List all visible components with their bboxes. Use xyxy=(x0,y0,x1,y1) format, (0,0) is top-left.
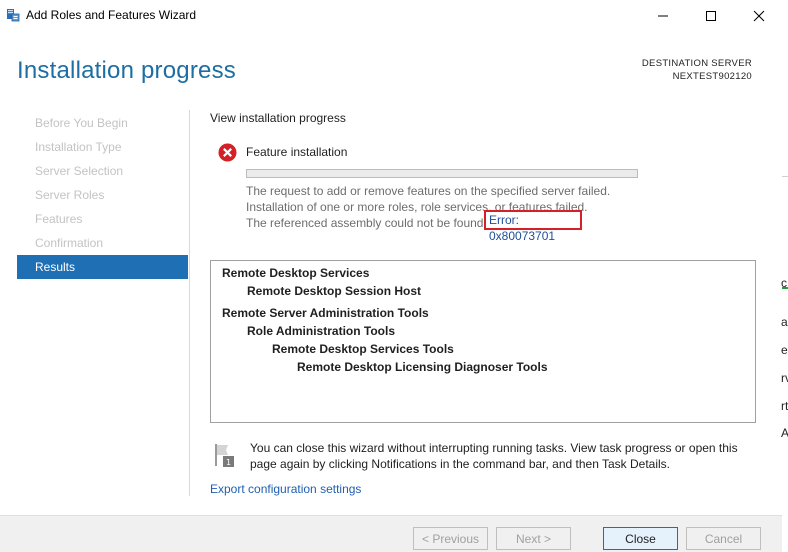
window-title: Add Roles and Features Wizard xyxy=(26,8,197,22)
nav-item-server-roles: Server Roles xyxy=(35,188,105,202)
server-manager-icon xyxy=(6,8,20,22)
result-item: Remote Server Administration Tools xyxy=(222,306,429,320)
background-divider xyxy=(782,176,788,177)
maximize-icon xyxy=(706,10,716,21)
section-label: View installation progress xyxy=(210,111,346,125)
destination-server-name: NEXTEST902120 xyxy=(672,71,752,82)
nav-item-results[interactable]: Results xyxy=(17,255,188,279)
results-list[interactable]: Remote Desktop Services Remote Desktop S… xyxy=(210,260,756,423)
nav-item-features: Features xyxy=(35,212,83,226)
flag-info-icon: 1 xyxy=(214,442,236,468)
result-item: Role Administration Tools xyxy=(247,324,396,338)
result-item: Remote Desktop Licensing Diagnoser Tools xyxy=(297,360,548,374)
close-button[interactable]: Close xyxy=(603,527,678,550)
nav-item-before-you-begin: Before You Begin xyxy=(35,116,128,130)
cancel-button[interactable]: Cancel xyxy=(686,527,761,550)
previous-button[interactable]: < Previous xyxy=(413,527,488,550)
close-window-button[interactable] xyxy=(736,0,782,31)
next-button[interactable]: Next > xyxy=(496,527,571,550)
feature-installation-label: Feature installation xyxy=(246,145,348,159)
nav-item-confirmation: Confirmation xyxy=(35,236,104,250)
nav-divider xyxy=(189,110,190,496)
background-text: A xyxy=(781,426,788,440)
minimize-icon xyxy=(658,15,668,16)
background-text: rv xyxy=(781,371,788,385)
result-item: Remote Desktop Services xyxy=(222,266,370,280)
failure-message-1: The request to add or remove features on… xyxy=(246,184,611,198)
wizard-window: Add Roles and Features Wizard Installati… xyxy=(0,0,783,552)
installation-progress-bar xyxy=(246,169,638,178)
minimize-button[interactable] xyxy=(640,0,686,31)
background-text: rt xyxy=(781,399,788,413)
nav-item-server-selection: Server Selection xyxy=(35,164,124,178)
info-text: You can close this wizard without interr… xyxy=(250,441,738,471)
close-icon xyxy=(753,10,765,21)
wizard-nav: Before You Begin Installation Type Serve… xyxy=(17,111,188,279)
background-text: c xyxy=(781,276,787,290)
svg-text:1: 1 xyxy=(226,458,231,467)
nav-item-installation-type: Installation Type xyxy=(35,140,122,154)
maximize-button[interactable] xyxy=(688,0,734,31)
background-text: ar xyxy=(781,315,788,329)
destination-server-info: DESTINATION SERVER NEXTEST902120 xyxy=(642,57,752,83)
error-icon xyxy=(218,143,237,162)
background-text: e xyxy=(781,343,788,357)
title-bar[interactable]: Add Roles and Features Wizard xyxy=(0,0,782,31)
result-item: Remote Desktop Session Host xyxy=(247,284,422,298)
destination-label: DESTINATION SERVER xyxy=(641,58,752,69)
failure-message-3: The referenced assembly could not be fou… xyxy=(246,216,487,230)
export-configuration-link[interactable]: Export configuration settings xyxy=(210,482,361,496)
error-code-highlight: Error: 0x80073701 xyxy=(484,210,582,243)
page-title: Installation progress xyxy=(17,57,236,84)
result-item: Remote Desktop Services Tools xyxy=(272,342,454,356)
